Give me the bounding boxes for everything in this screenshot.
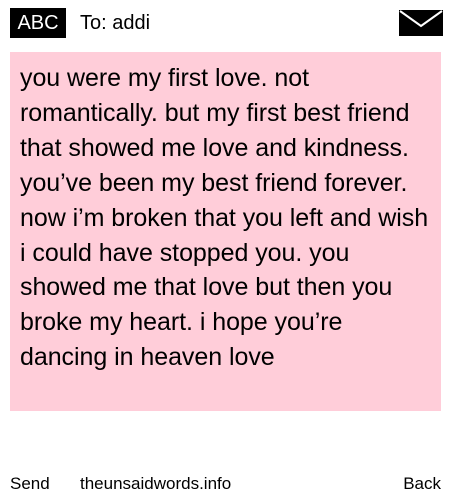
site-link[interactable]: theunsaidwords.info: [80, 472, 231, 496]
recipient-line: To: addi: [80, 12, 151, 34]
send-link[interactable]: Send: [10, 472, 50, 496]
message-card: you were my first love. not romantically…: [10, 52, 441, 411]
footer-bar: Send theunsaidwords.info Back: [0, 472, 450, 496]
back-link[interactable]: Back: [403, 472, 441, 496]
message-body: you were my first love. not romantically…: [20, 64, 429, 372]
envelope-icon: [399, 10, 443, 36]
message-header: ABC To: addi: [0, 0, 450, 48]
abc-badge: ABC: [10, 8, 66, 38]
